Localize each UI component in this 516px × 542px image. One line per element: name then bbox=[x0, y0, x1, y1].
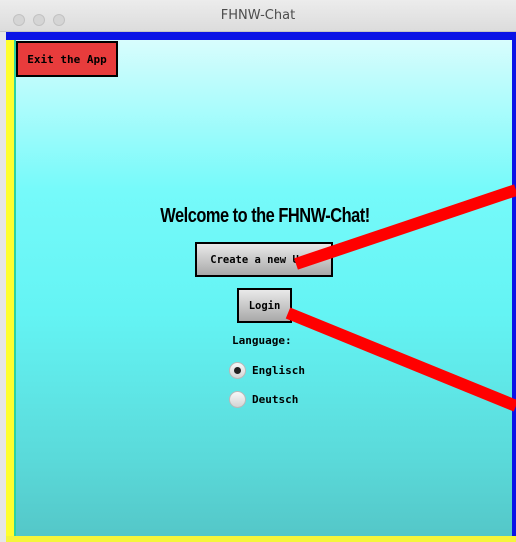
yellow-bottom-border bbox=[6, 536, 516, 542]
blue-top-border bbox=[6, 32, 516, 40]
app-window: FHNW-Chat Exit the App Welcome to the FH… bbox=[0, 0, 516, 542]
language-option-label: Deutsch bbox=[252, 393, 299, 406]
welcome-heading: Welcome to the FHNW-Chat! bbox=[160, 205, 370, 227]
language-option-deutsch[interactable]: Deutsch bbox=[229, 391, 298, 408]
language-option-englisch[interactable]: Englisch bbox=[229, 362, 305, 379]
radio-unselected-icon[interactable] bbox=[229, 391, 246, 408]
login-button[interactable]: Login bbox=[237, 288, 292, 323]
blue-right-border bbox=[512, 32, 516, 542]
exit-app-button[interactable]: Exit the App bbox=[16, 41, 118, 77]
window-title: FHNW-Chat bbox=[220, 8, 296, 23]
language-label: Language: bbox=[232, 334, 292, 347]
create-new-user-button[interactable]: Create a new User bbox=[195, 242, 333, 277]
title-bar[interactable]: FHNW-Chat bbox=[0, 0, 516, 32]
radio-selected-icon[interactable] bbox=[229, 362, 246, 379]
language-option-label: Englisch bbox=[252, 364, 305, 377]
